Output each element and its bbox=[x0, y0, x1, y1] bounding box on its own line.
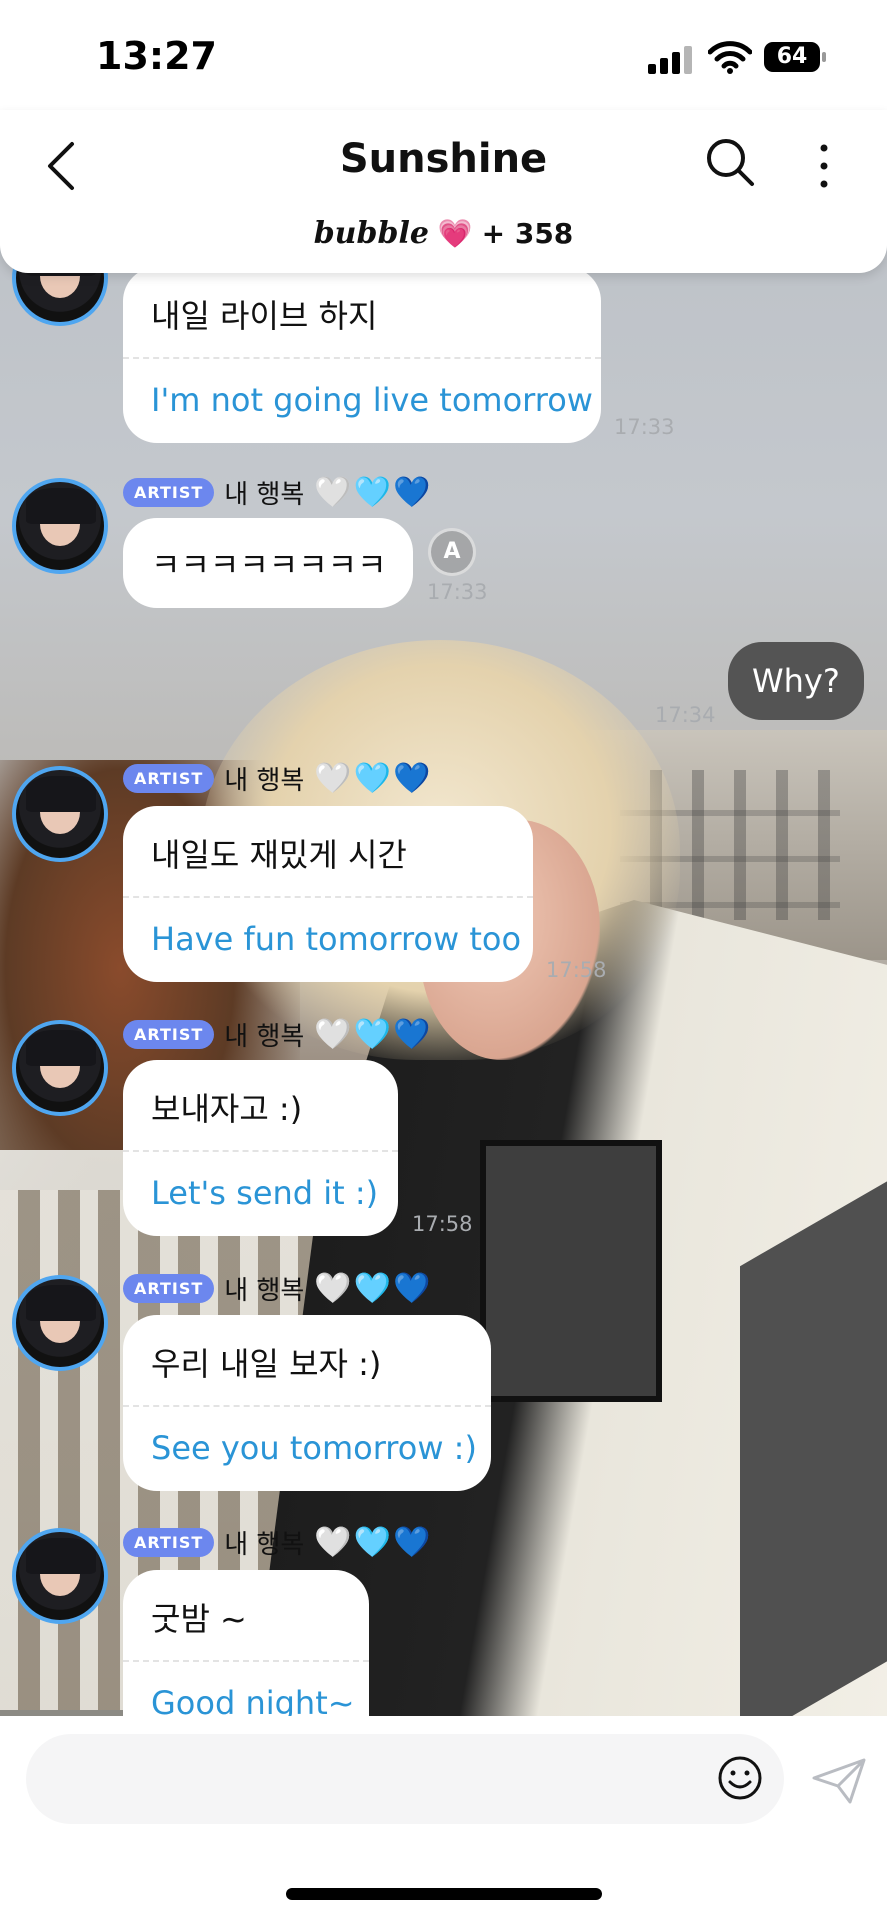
artist-name: 내 행복 bbox=[224, 766, 305, 796]
message-translation-text: I'm not going live tomorrow bbox=[151, 381, 593, 419]
artist-name: 내 행복 bbox=[224, 1530, 305, 1560]
message-translation-text: Have fun tomorrow too bbox=[151, 920, 522, 958]
message-timestamp: 17:58 bbox=[412, 1212, 473, 1236]
hearts-emoji: 🤍🩵💙 bbox=[314, 475, 433, 510]
artist-badge: ARTIST bbox=[123, 1274, 215, 1303]
message-input[interactable] bbox=[26, 1734, 784, 1824]
message-composer bbox=[0, 1716, 887, 1920]
hearts-emoji: 🤍🩵💙 bbox=[314, 1525, 433, 1560]
artist-name: 내 행복 bbox=[224, 1276, 305, 1306]
battery-indicator: 64 bbox=[764, 42, 826, 72]
message-korean-text: ㅋㅋㅋㅋㅋㅋㅋㅋ bbox=[151, 546, 387, 584]
artist-avatar[interactable] bbox=[12, 1275, 108, 1371]
artist-name-row: ARTIST 내 행복 🤍🩵💙 bbox=[123, 474, 432, 511]
message-korean-text: 내일 라이브 하지 bbox=[151, 297, 378, 335]
more-vertical-icon[interactable] bbox=[806, 134, 842, 198]
artist-name: 내 행복 bbox=[224, 1022, 305, 1052]
artist-badge: ARTIST bbox=[123, 764, 215, 793]
smiley-icon[interactable] bbox=[716, 1754, 764, 1802]
home-indicator[interactable] bbox=[286, 1888, 602, 1900]
artist-avatar[interactable] bbox=[12, 1020, 108, 1116]
message-timestamp: 17:58 bbox=[546, 958, 607, 982]
artist-avatar[interactable] bbox=[12, 478, 108, 574]
artist-name-row: ARTIST 내 행복 🤍🩵💙 bbox=[123, 760, 432, 797]
status-bar: 13:27 64 bbox=[0, 0, 887, 110]
cellular-signal-icon bbox=[648, 46, 694, 74]
background-jacket-patch bbox=[480, 1140, 662, 1402]
send-icon[interactable] bbox=[810, 1756, 868, 1806]
artist-message-bubble[interactable]: 우리 내일 보자 :) See you tomorrow :) bbox=[123, 1315, 491, 1491]
message-timestamp: 17:33 bbox=[614, 415, 675, 439]
artist-badge: ARTIST bbox=[123, 1528, 215, 1557]
pink-heart-icon: 💗 bbox=[437, 217, 473, 250]
artist-name: 내 행복 bbox=[224, 480, 305, 510]
artist-badge: ARTIST bbox=[123, 1020, 215, 1049]
my-message-bubble[interactable]: Why? bbox=[728, 642, 864, 720]
artist-name-row: ARTIST 내 행복 🤍🩵💙 bbox=[123, 1270, 432, 1307]
message-korean-text: 굿밤 ~ bbox=[151, 1600, 247, 1638]
search-icon[interactable] bbox=[702, 130, 758, 194]
chat-header: Sunshine bubble 💗 + 358 bbox=[0, 110, 887, 273]
artist-message-bubble[interactable]: ㅋㅋㅋㅋㅋㅋㅋㅋ bbox=[123, 518, 413, 608]
artist-name-row: ARTIST 내 행복 🤍🩵💙 bbox=[123, 1524, 432, 1561]
artist-message-bubble[interactable]: 내일 라이브 하지 I'm not going live tomorrow bbox=[123, 267, 601, 443]
message-translation-text: See you tomorrow :) bbox=[151, 1429, 477, 1467]
hearts-emoji: 🤍🩵💙 bbox=[314, 761, 433, 796]
hearts-emoji: 🤍🩵💙 bbox=[314, 1017, 433, 1052]
message-korean-text: 보내자고 :) bbox=[151, 1090, 303, 1128]
status-time: 13:27 bbox=[96, 34, 217, 78]
message-korean-text: 내일도 재밌게 시간 bbox=[151, 836, 407, 874]
message-korean-text: 우리 내일 보자 :) bbox=[151, 1345, 382, 1383]
message-timestamp: 17:34 bbox=[655, 703, 716, 727]
translate-icon[interactable]: A bbox=[428, 528, 476, 576]
artist-message-bubble[interactable]: 내일도 재밌게 시간 Have fun tomorrow too bbox=[123, 806, 533, 982]
bubble-brand: bubble bbox=[313, 216, 429, 251]
artist-avatar[interactable] bbox=[12, 1528, 108, 1624]
bubble-subscriber-info: bubble 💗 + 358 bbox=[0, 216, 887, 251]
message-timestamp: 17:33 bbox=[427, 580, 488, 604]
artist-badge: ARTIST bbox=[123, 478, 215, 507]
hearts-emoji: 🤍🩵💙 bbox=[314, 1271, 433, 1306]
artist-message-bubble[interactable]: 보내자고 :) Let's send it :) bbox=[123, 1060, 398, 1236]
message-translation-text: Let's send it :) bbox=[151, 1174, 379, 1212]
artist-avatar[interactable] bbox=[12, 766, 108, 862]
subscriber-count: + 358 bbox=[481, 217, 574, 250]
background-sleeve-stripe bbox=[740, 1173, 887, 1716]
artist-name-row: ARTIST 내 행복 🤍🩵💙 bbox=[123, 1016, 432, 1053]
wifi-icon bbox=[708, 41, 752, 74]
